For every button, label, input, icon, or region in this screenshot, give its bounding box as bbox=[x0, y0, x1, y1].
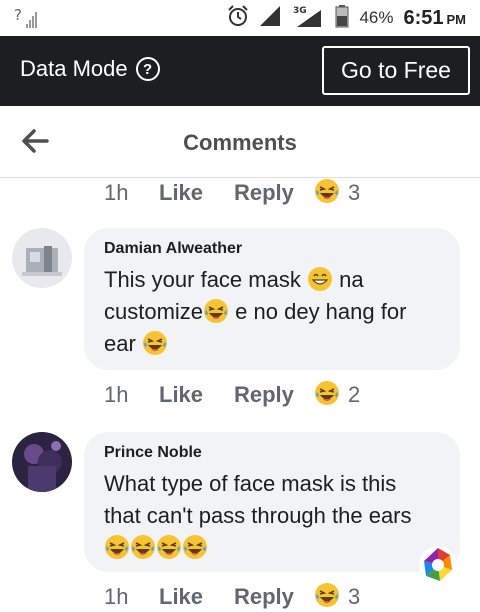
grinning-emoji-icon bbox=[307, 267, 332, 292]
comment-text: This your face mask na customize e no de… bbox=[104, 267, 407, 356]
avatar[interactable] bbox=[12, 432, 72, 492]
avatar[interactable] bbox=[12, 228, 72, 288]
mobile-data-icon: 3G bbox=[291, 4, 325, 33]
alarm-clock-icon bbox=[227, 4, 249, 32]
page-title: Comments bbox=[183, 130, 297, 155]
like-button[interactable]: Like bbox=[159, 584, 234, 610]
comment-bubble[interactable]: Damian Alweather This your face mask na … bbox=[84, 228, 460, 370]
signal-strength-icon bbox=[259, 5, 281, 32]
reactions[interactable]: 3 bbox=[314, 179, 361, 206]
reactions[interactable]: 3 bbox=[314, 583, 361, 610]
laughing-emoji-icon bbox=[204, 299, 229, 324]
no-sim-signal-icon: ? bbox=[14, 6, 38, 35]
comment-time: 1h bbox=[104, 382, 129, 407]
comment-bubble[interactable]: Prince Noble What type of face mask is t… bbox=[84, 432, 460, 572]
comment-author[interactable]: Damian Alweather bbox=[104, 240, 442, 258]
aperture-logo-icon[interactable] bbox=[418, 545, 458, 585]
laughing-emoji-icon bbox=[315, 381, 339, 405]
comment-actions: 1h Like Reply 3 bbox=[104, 583, 361, 610]
comment-author[interactable]: Prince Noble bbox=[104, 444, 442, 462]
svg-text:?: ? bbox=[14, 6, 22, 24]
comment-actions-previous: 1h Like Reply 3 bbox=[104, 179, 361, 206]
like-button[interactable]: Like bbox=[159, 180, 234, 206]
data-mode-label: Data Mode bbox=[20, 56, 128, 81]
battery-icon bbox=[335, 4, 349, 33]
laughing-emoji-icon bbox=[142, 331, 167, 356]
status-bar: ? 3G 46% 6:51 PM bbox=[0, 0, 480, 36]
comment-time: 1h bbox=[104, 584, 129, 609]
laughing-emoji-icon bbox=[315, 583, 339, 607]
reaction-count: 3 bbox=[348, 180, 361, 205]
data-mode-indicator[interactable]: Data Mode ? bbox=[20, 56, 160, 82]
laughing-emoji-icon bbox=[131, 535, 155, 560]
laughing-emoji-icon bbox=[183, 535, 207, 560]
reply-button[interactable]: Reply bbox=[234, 180, 314, 206]
like-button[interactable]: Like bbox=[159, 382, 234, 408]
battery-percentage: 46% bbox=[359, 8, 394, 27]
reactions[interactable]: 2 bbox=[314, 381, 361, 408]
clock: 6:51 PM bbox=[403, 6, 466, 29]
svg-text:3G: 3G bbox=[293, 6, 307, 16]
comment-actions: 1h Like Reply 2 bbox=[104, 381, 361, 408]
go-to-free-button[interactable]: Go to Free bbox=[322, 46, 470, 95]
data-mode-bar: Data Mode ? Go to Free bbox=[0, 36, 480, 106]
laughing-emoji-icon bbox=[157, 535, 181, 560]
reaction-count: 2 bbox=[348, 382, 361, 407]
comment-time: 1h bbox=[104, 180, 129, 205]
comment-text: What type of face mask is this that can'… bbox=[104, 468, 442, 564]
laughing-emoji-icon bbox=[105, 535, 129, 560]
reply-button[interactable]: Reply bbox=[234, 584, 314, 610]
emoji-group bbox=[104, 535, 208, 560]
comments-header: Comments bbox=[0, 106, 480, 178]
help-icon[interactable]: ? bbox=[135, 57, 160, 81]
reaction-count: 3 bbox=[348, 584, 361, 609]
laughing-emoji-icon bbox=[315, 179, 339, 203]
reply-button[interactable]: Reply bbox=[234, 382, 314, 408]
